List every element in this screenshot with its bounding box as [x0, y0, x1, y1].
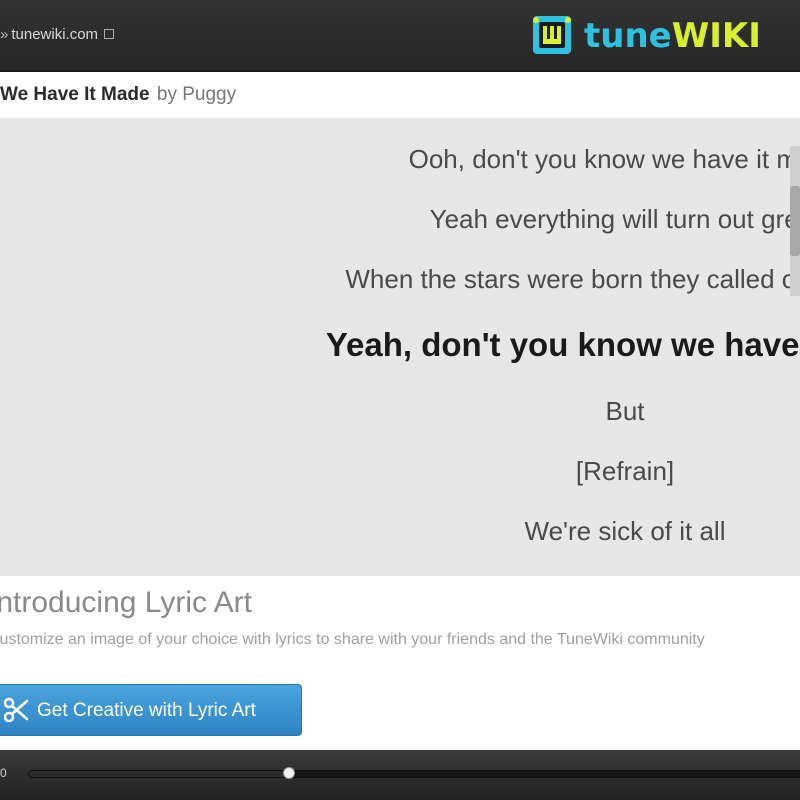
song-artist[interactable]: by Puggy — [157, 84, 236, 105]
progress-handle[interactable] — [282, 767, 295, 779]
lyric-line: We're sick of it all — [524, 516, 726, 546]
tunewiki-logo-icon — [533, 16, 571, 54]
lyric-line: When the stars were born they called our… — [345, 264, 800, 294]
logo-text-tune: tune — [584, 16, 672, 56]
lyric-line: But — [605, 396, 645, 426]
lyric-line-current: Yeah, don't you know we have it made — [325, 326, 800, 363]
promo-heading: Introducing Lyric Art — [0, 586, 253, 619]
progress-track[interactable] — [28, 770, 800, 778]
elapsed-time: 0 — [0, 766, 7, 780]
audio-player-bar: 0 — [0, 750, 800, 800]
tunewiki-logo-text: tuneWIKI — [584, 16, 761, 56]
song-title-bar: We Have It Made by Puggy — [0, 72, 800, 118]
lyrics-scrollbar[interactable] — [790, 146, 800, 296]
lyrics-scrollbar-thumb[interactable] — [790, 186, 800, 256]
get-creative-button-label: Get Creative with Lyric Art — [37, 700, 256, 721]
scissors-icon — [3, 697, 29, 723]
song-title: We Have It Made by Puggy — [0, 84, 236, 106]
song-name[interactable]: We Have It Made — [0, 84, 150, 105]
logo-text-wiki: WIKI — [671, 16, 761, 56]
external-link-icon — [104, 29, 115, 39]
tunewiki-logo[interactable]: tuneWIKI — [528, 12, 761, 58]
lyric-line: Yeah everything will turn out great — [429, 204, 800, 234]
lyrics-panel: Ooh, don't you know we have it made Yeah… — [0, 118, 800, 576]
site-link-text[interactable]: tunewiki.com — [11, 26, 98, 43]
app-header: » tunewiki.com tuneWIKI — [0, 0, 800, 72]
lyric-line: Ooh, don't you know we have it made — [408, 144, 800, 174]
site-link[interactable]: » tunewiki.com — [0, 26, 115, 43]
promo-description: Customize an image of your choice with l… — [0, 631, 705, 648]
lyric-line: [Refrain] — [575, 456, 675, 486]
lyric-art-promo: Introducing Lyric Art Customize an image… — [0, 576, 800, 750]
progress-fill — [29, 771, 290, 777]
get-creative-button[interactable]: Get Creative with Lyric Art — [0, 684, 302, 736]
site-link-prefix: » — [0, 26, 9, 43]
